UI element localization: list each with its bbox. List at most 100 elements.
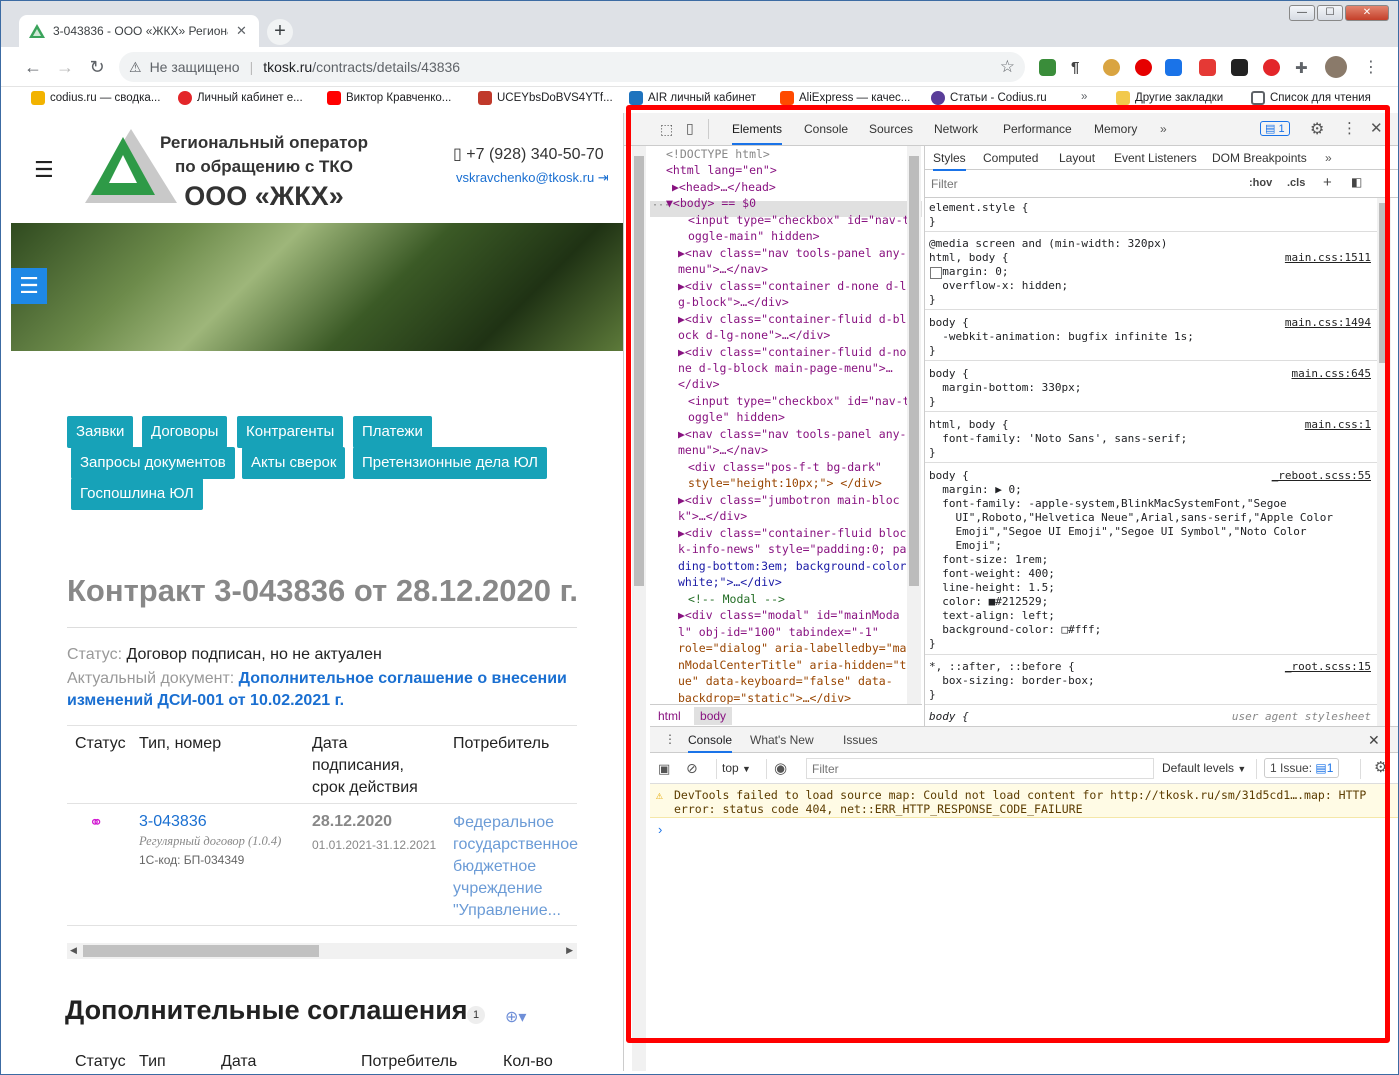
phone[interactable]: ▯ +7 (928) 340-50-70 xyxy=(453,144,604,164)
back-icon[interactable]: ← xyxy=(21,55,45,79)
bookmark-label: Другие закладки xyxy=(1135,92,1224,104)
reading-list-icon xyxy=(1251,91,1265,105)
nav-button-claims[interactable]: Претензионные дела ЮЛ xyxy=(353,447,547,479)
add-agreement-dropdown-icon[interactable]: ⊕▾ xyxy=(505,1007,526,1027)
hamburger-menu-icon[interactable]: ☰ xyxy=(34,157,54,183)
bookmark-item[interactable]: Личный кабинет е... xyxy=(178,91,303,105)
nav-button-payments[interactable]: Платежи xyxy=(353,416,432,448)
table-header-border xyxy=(67,803,577,804)
reading-list[interactable]: Список для чтения xyxy=(1251,91,1371,105)
nav-button-requests[interactable]: Заявки xyxy=(67,416,134,448)
bookmark-icon xyxy=(178,91,192,105)
horizontal-scrollbar[interactable]: ◀ ▶ xyxy=(67,943,577,959)
e-extension-icon[interactable] xyxy=(1263,59,1280,76)
handshake-icon: ⚭ xyxy=(89,813,104,832)
status-value: Договор подписан, но не актуален xyxy=(126,646,382,663)
agreements-header-type: Тип xyxy=(139,1053,166,1070)
agreements-heading: Дополнительные соглашения xyxy=(65,995,468,1025)
status-label: Статус: xyxy=(67,646,123,663)
bookmark-icon xyxy=(478,91,492,105)
divider xyxy=(67,627,577,628)
consumer-link[interactable]: Федеральное государственное бюджетное уч… xyxy=(453,812,581,922)
bookmark-label: Статьи - Codius.ru xyxy=(950,92,1047,104)
security-label: Не защищено xyxy=(149,59,240,75)
nav-button-document-requests[interactable]: Запросы документов xyxy=(71,447,235,479)
puzzle-icon[interactable]: ✚ xyxy=(1295,59,1312,77)
contract-period: 01.01.2021-31.12.2021 xyxy=(312,838,437,852)
tab-close-icon[interactable]: ✕ xyxy=(236,23,247,39)
folder-icon xyxy=(1116,91,1130,105)
org-name: ООО «ЖКХ» xyxy=(184,181,344,211)
adblock-extension-icon[interactable] xyxy=(1135,59,1152,76)
bookmark-icon xyxy=(629,91,643,105)
other-bookmarks[interactable]: Другие закладки xyxy=(1116,91,1223,105)
agreements-header-date: Дата xyxy=(221,1053,257,1070)
status-line: Статус: Договор подписан, но не актуален xyxy=(67,646,382,664)
org-line1: Региональный оператор xyxy=(159,133,369,152)
scrollbar-thumb[interactable] xyxy=(83,945,319,957)
bookmark-item[interactable]: Статьи - Codius.ru xyxy=(931,91,1047,105)
paragraph-extension-icon[interactable]: ¶ xyxy=(1071,59,1088,76)
bookmark-item[interactable]: codius.ru — сводка... xyxy=(31,91,160,105)
scroll-left-icon[interactable]: ◀ xyxy=(70,945,77,956)
aliexpress-icon xyxy=(780,91,794,105)
bookmark-item[interactable]: AIR личный кабинет xyxy=(629,91,756,105)
web-page: ☰ Региональный оператор по обращению с Т… xyxy=(1,113,623,1071)
notifications-extension-icon[interactable] xyxy=(1231,59,1248,76)
avatar[interactable] xyxy=(1325,56,1347,78)
cookie-extension-icon[interactable] xyxy=(1103,59,1120,76)
video-extension-icon[interactable] xyxy=(1199,59,1216,76)
favicon-icon xyxy=(29,24,45,38)
org-line2: по обращению с ТКО xyxy=(174,157,354,176)
reload-icon[interactable]: ↻ xyxy=(85,55,109,79)
forward-icon[interactable]: → xyxy=(53,55,77,79)
menu-kebab-icon[interactable]: ⋮ xyxy=(1363,57,1379,77)
table-top-border xyxy=(67,725,577,726)
actual-document: Актуальный документ: Дополнительное согл… xyxy=(67,668,577,712)
address-separator: | xyxy=(249,59,254,75)
contract-type: Регулярный договор (1.0.4) xyxy=(139,834,282,848)
bookmark-label: Личный кабинет е... xyxy=(197,92,303,104)
address-path: /contracts/details/43836 xyxy=(312,59,461,75)
agreements-header-status: Статус xyxy=(75,1053,126,1070)
table-header-type: Тип, номер xyxy=(139,735,222,752)
side-menu-button[interactable]: ☰ xyxy=(11,268,47,304)
contract-date: 28.12.2020 xyxy=(312,813,393,830)
logout-icon[interactable]: ⇥ xyxy=(598,170,609,185)
grass-banner xyxy=(11,223,623,351)
maximize-button[interactable]: ☐ xyxy=(1317,5,1343,21)
title-bar: 3-043836 - ООО «ЖКХ» Региона ✕ + — ☐ ✕ xyxy=(1,1,1398,47)
close-window-button[interactable]: ✕ xyxy=(1345,5,1389,21)
contract-code: 1С-код: БП-034349 xyxy=(139,853,245,867)
nav-button-state-duty[interactable]: Госпошлина ЮЛ xyxy=(71,478,203,510)
new-tab-button[interactable]: + xyxy=(267,19,293,45)
agreements-header-count: Кол-во xyxy=(503,1053,553,1070)
youtube-icon xyxy=(327,91,341,105)
browser-tab[interactable]: 3-043836 - ООО «ЖКХ» Региона ✕ xyxy=(19,15,259,47)
bookmark-item[interactable]: AliExpress — качес... xyxy=(780,91,910,105)
bookmarks-overflow-icon[interactable]: » xyxy=(1081,91,1087,103)
bookmark-star-icon[interactable]: ☆ xyxy=(1000,57,1015,77)
bookmark-label: UCEYbsDoBVS4YTf... xyxy=(497,92,613,104)
nav-button-counterparties[interactable]: Контрагенты xyxy=(237,416,344,448)
bookmark-item[interactable]: UCEYbsDoBVS4YTf... xyxy=(478,91,613,105)
browser-window: 3-043836 - ООО «ЖКХ» Региона ✕ + — ☐ ✕ ←… xyxy=(0,0,1399,1075)
contract-number-link[interactable]: 3-043836 xyxy=(139,813,207,831)
agreements-header-consumer: Потребитель xyxy=(361,1053,458,1070)
table-bottom-border xyxy=(67,925,577,926)
tab-title: 3-043836 - ООО «ЖКХ» Региона xyxy=(53,24,228,38)
extension-icon[interactable] xyxy=(1039,59,1056,76)
bookmark-icon xyxy=(931,91,945,105)
news-extension-icon[interactable] xyxy=(1165,59,1182,76)
nav-button-reconciliation-acts[interactable]: Акты сверок xyxy=(242,447,346,479)
actual-label: Актуальный документ: xyxy=(67,670,235,687)
minimize-button[interactable]: — xyxy=(1289,5,1315,21)
address-bar[interactable]: ⚠ Не защищено | tkosk.ru /contracts/deta… xyxy=(119,52,1025,82)
table-header-date: Дата подписания, срок действия xyxy=(312,735,418,796)
warning-icon: ⚠ xyxy=(129,58,142,75)
email-link[interactable]: vskravchenko@tkosk.ru ⇥ xyxy=(456,170,609,186)
bookmark-item[interactable]: Виктор Кравченко... xyxy=(327,91,451,105)
phone-number: +7 (928) 340-50-70 xyxy=(466,146,604,163)
scroll-right-icon[interactable]: ▶ xyxy=(566,945,573,956)
nav-button-contracts[interactable]: Договоры xyxy=(142,416,228,448)
